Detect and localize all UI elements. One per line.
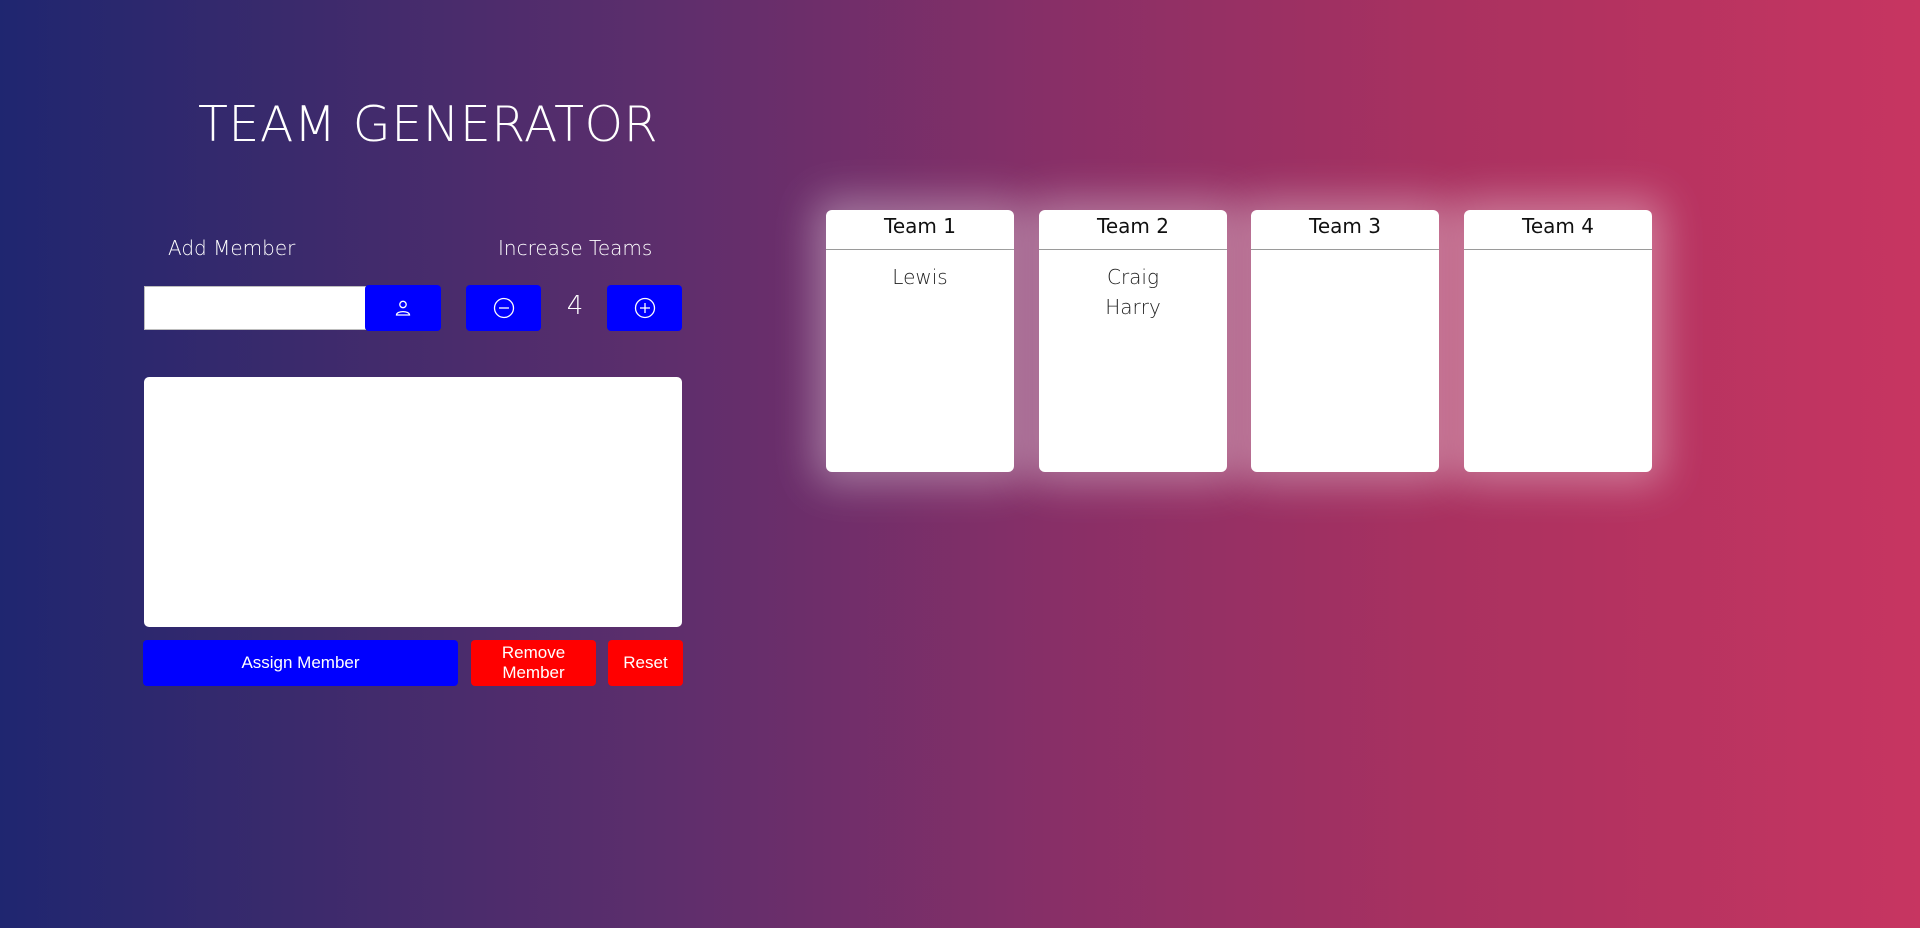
assign-member-button[interactable]: Assign Member	[143, 640, 458, 686]
team-card: Team 3	[1251, 210, 1439, 472]
member-list[interactable]	[144, 377, 682, 627]
increase-teams-button[interactable]	[607, 285, 682, 331]
team-name: Team 3	[1251, 210, 1439, 250]
member-name-input[interactable]	[144, 286, 366, 330]
add-member-button[interactable]	[365, 285, 441, 331]
team-name: Team 1	[826, 210, 1014, 250]
team-name: Team 2	[1039, 210, 1227, 250]
page-title: TEAM GENERATOR	[198, 96, 659, 153]
team-member: Harry	[1105, 295, 1161, 319]
add-member-label: Add Member	[168, 236, 296, 260]
decrease-teams-button[interactable]	[466, 285, 541, 331]
team-card: Team 2 Craig Harry	[1039, 210, 1227, 472]
team-member: Lewis	[892, 265, 948, 289]
remove-member-button[interactable]: Remove Member	[471, 640, 596, 686]
team-count: 4	[566, 291, 584, 321]
increase-teams-label: Increase Teams	[498, 236, 653, 260]
person-icon	[394, 299, 412, 317]
team-member: Craig	[1106, 265, 1159, 289]
team-name: Team 4	[1464, 210, 1652, 250]
team-card: Team 1 Lewis	[826, 210, 1014, 472]
plus-circle-icon	[634, 297, 656, 319]
minus-circle-icon	[493, 297, 515, 319]
team-card: Team 4	[1464, 210, 1652, 472]
reset-button[interactable]: Reset	[608, 640, 683, 686]
